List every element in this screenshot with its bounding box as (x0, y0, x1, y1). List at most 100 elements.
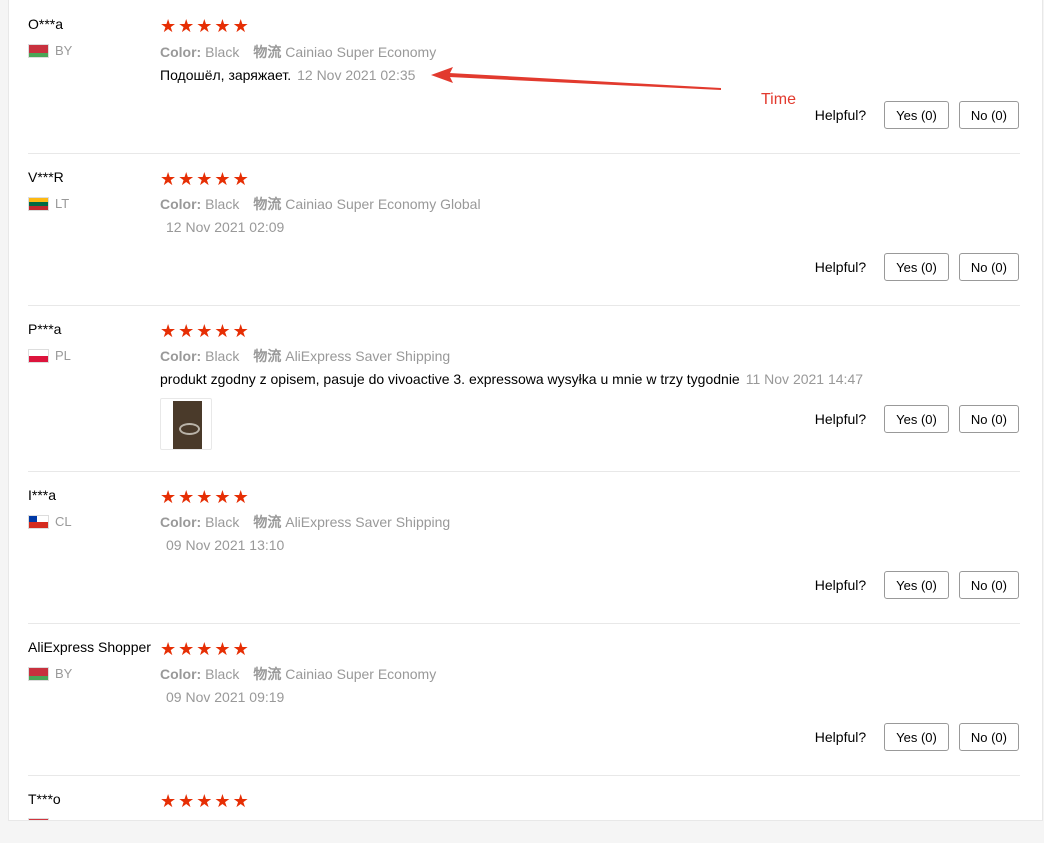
color-label: Color: (160, 196, 202, 212)
star-icon: ★ (178, 169, 195, 189)
review-photo-thumbnail[interactable] (160, 398, 212, 450)
helpful-label: Helpful? (814, 411, 867, 427)
star-icon: ★ (196, 487, 213, 507)
reviewer-name: AliExpress Shopper (28, 639, 151, 655)
star-rating: ★ ★ ★ ★ ★ (160, 322, 251, 340)
review-meta: Color: Black 物流 Cainiao Super Economy (160, 42, 436, 62)
star-icon: ★ (214, 16, 231, 36)
color-label: Color: (160, 666, 202, 682)
star-icon: ★ (160, 487, 177, 507)
country-code: LT (55, 196, 70, 211)
reviewer-name: T***o (28, 791, 61, 807)
shipping-label: 物流 (253, 196, 282, 212)
helpful-no-button[interactable]: No (0) (958, 101, 1019, 129)
review-date: 09 Nov 2021 13:10 (166, 537, 285, 553)
star-icon: ★ (160, 639, 177, 659)
review-meta: Color: Black 物流 Cainiao Super Economy (160, 664, 436, 684)
star-icon: ★ (196, 639, 213, 659)
reviewer-country: CL (28, 514, 72, 529)
star-icon: ★ (232, 487, 249, 507)
star-icon: ★ (178, 487, 195, 507)
color-value: Black (205, 514, 240, 530)
color-label: Color: (160, 348, 202, 364)
star-icon: ★ (214, 321, 231, 341)
helpful-label: Helpful? (814, 107, 867, 123)
helpful-yes-button[interactable]: Yes (0) (884, 571, 949, 599)
helpful-yes-button[interactable]: Yes (0) (884, 101, 949, 129)
reviewer-country: LT (28, 196, 69, 211)
review-photo (173, 401, 202, 449)
helpful-no-button[interactable]: No (0) (958, 571, 1019, 599)
reviewer-country: BY (28, 666, 72, 681)
country-code: PL (55, 348, 71, 363)
helpful-label: Helpful? (814, 577, 867, 593)
shipping-label: 物流 (253, 348, 282, 364)
reviewer-name: O***a (28, 16, 64, 32)
review-date: 12 Nov 2021 02:09 (166, 219, 285, 235)
flag-poland-icon (28, 348, 49, 363)
shipping-value: Cainiao Super Economy Global (285, 196, 481, 212)
helpful-yes-button[interactable]: Yes (0) (884, 253, 949, 281)
star-icon: ★ (196, 321, 213, 341)
shipping-value: Cainiao Super Economy (285, 44, 437, 60)
review-content: Подошёл, заряжает. 12 Nov 2021 02:35 (160, 67, 415, 83)
reviewer-country (28, 818, 55, 820)
review-item: T***o ★ ★ ★ ★ ★ (9, 776, 1019, 820)
star-icon: ★ (232, 16, 249, 36)
review-content: 09 Nov 2021 13:10 (160, 537, 284, 553)
review-content: 09 Nov 2021 09:19 (160, 689, 284, 705)
review-text: Подошёл, заряжает. (160, 67, 292, 83)
helpful-no-button[interactable]: No (0) (958, 723, 1019, 751)
star-icon: ★ (232, 321, 249, 341)
color-label: Color: (160, 514, 202, 530)
flag-icon (28, 818, 49, 820)
star-icon: ★ (160, 791, 177, 811)
review-date: 09 Nov 2021 09:19 (166, 689, 285, 705)
review-item: P***a PL ★ ★ ★ ★ ★ Color: Black 物流 AliExpress… (9, 306, 1020, 472)
review-meta: Color: Black 物流 Cainiao Super Economy Glo… (160, 194, 481, 214)
helpful-yes-button[interactable]: Yes (0) (884, 405, 949, 433)
helpful-label: Helpful? (814, 729, 867, 745)
star-icon: ★ (178, 791, 195, 811)
star-icon: ★ (160, 321, 177, 341)
review-meta: Color: Black 物流 AliExpress Saver Shipping (160, 346, 450, 366)
color-value: Black (205, 348, 240, 364)
review-item: O***a BY ★ ★ ★ ★ ★ Color: Black 物流 Cainiao Su… (9, 0, 1020, 154)
reviewer-name: V***R (28, 169, 64, 185)
helpful-no-button[interactable]: No (0) (958, 253, 1019, 281)
country-code: BY (55, 43, 73, 58)
star-icon: ★ (160, 16, 177, 36)
review-item: AliExpress Shopper BY ★ ★ ★ ★ ★ Color: Black… (9, 624, 1020, 776)
helpful-vote: Helpful? Yes (0) No (0) (815, 101, 1019, 129)
reviewer-country: PL (28, 348, 71, 363)
shipping-value: AliExpress Saver Shipping (285, 348, 451, 364)
star-icon: ★ (178, 639, 195, 659)
star-icon: ★ (232, 791, 249, 811)
star-rating: ★ ★ ★ ★ ★ (160, 488, 251, 506)
helpful-vote: Helpful? Yes (0) No (0) (815, 723, 1019, 751)
star-icon: ★ (214, 169, 231, 189)
star-icon: ★ (214, 487, 231, 507)
time-annotation-label: Time (761, 91, 796, 108)
review-text: produkt zgodny z opisem, pasuje do vivoa… (160, 371, 740, 387)
star-icon: ★ (214, 639, 231, 659)
review-item: V***R LT ★ ★ ★ ★ ★ Color: Black 物流 Cainiao Su… (9, 154, 1020, 306)
review-item: I***a CL ★ ★ ★ ★ ★ Color: Black 物流 AliExpress… (9, 472, 1020, 624)
reviews-panel: O***a BY ★ ★ ★ ★ ★ Color: Black 物流 Cainiao Su… (8, 0, 1043, 821)
helpful-yes-button[interactable]: Yes (0) (884, 723, 949, 751)
shipping-value: AliExpress Saver Shipping (285, 514, 451, 530)
star-icon: ★ (178, 16, 195, 36)
watch-band-image (179, 423, 200, 435)
country-code: CL (55, 514, 72, 529)
star-icon: ★ (196, 791, 213, 811)
review-content: produkt zgodny z opisem, pasuje do vivoa… (160, 371, 863, 387)
star-icon: ★ (214, 791, 231, 811)
helpful-no-button[interactable]: No (0) (958, 405, 1019, 433)
reviewer-name: I***a (28, 487, 57, 503)
color-value: Black (205, 666, 240, 682)
flag-belarus-icon (28, 666, 49, 681)
review-date: 11 Nov 2021 14:47 (745, 371, 864, 387)
review-date: 12 Nov 2021 02:35 (297, 67, 416, 83)
star-rating: ★ ★ ★ ★ ★ (160, 792, 251, 810)
shipping-label: 物流 (253, 666, 282, 682)
